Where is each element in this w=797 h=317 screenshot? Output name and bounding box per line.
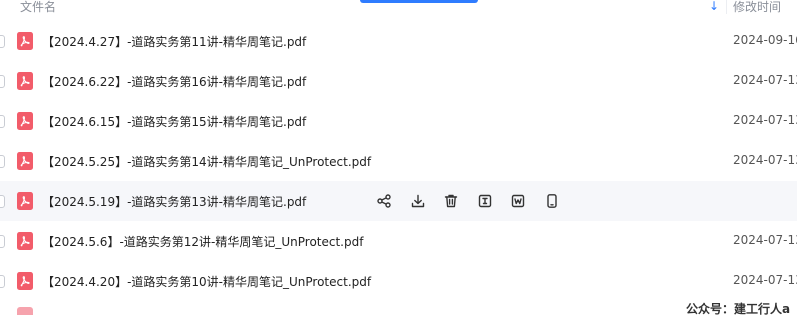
pdf-file-icon-partial bbox=[17, 307, 33, 315]
pdf-file-icon bbox=[17, 112, 33, 130]
pdf-file-icon bbox=[17, 232, 33, 250]
text-extract-icon[interactable] bbox=[475, 191, 495, 211]
file-modified-date: 2024-07-13 bbox=[733, 233, 797, 247]
column-header-name[interactable]: 文件名 bbox=[20, 0, 56, 15]
file-row[interactable]: 【2024.6.15】-道路实务第15讲-精华周笔记.pdf 2024-07-1… bbox=[0, 101, 797, 141]
file-modified-date: 2024-09-16 bbox=[733, 33, 797, 47]
row-checkbox[interactable] bbox=[0, 195, 5, 208]
file-row[interactable]: 【2024.5.6】-道路实务第12讲-精华周笔记_UnProtect.pdf … bbox=[0, 221, 797, 261]
file-name[interactable]: 【2024.6.15】-道路实务第15讲-精华周笔记.pdf bbox=[42, 113, 306, 130]
file-modified-date: 2024-07-13 bbox=[733, 273, 797, 287]
file-name[interactable]: 【2024.5.25】-道路实务第14讲-精华周笔记_UnProtect.pdf bbox=[42, 153, 371, 170]
arrow-down-icon[interactable]: ↓ bbox=[709, 0, 719, 13]
row-checkbox[interactable] bbox=[0, 115, 5, 128]
active-tab-indicator bbox=[360, 0, 478, 3]
file-row[interactable]: 【2024.6.22】-道路实务第16讲-精华周笔记.pdf 2024-07-1… bbox=[0, 61, 797, 101]
row-action-toolbar bbox=[374, 191, 575, 211]
pdf-file-icon bbox=[17, 192, 33, 210]
pdf-file-icon bbox=[17, 72, 33, 90]
mobile-icon[interactable] bbox=[542, 191, 562, 211]
file-modified-date: 2024-07-13 bbox=[733, 73, 797, 87]
row-checkbox[interactable] bbox=[0, 75, 5, 88]
file-name[interactable]: 【2024.5.6】-道路实务第12讲-精华周笔记_UnProtect.pdf bbox=[42, 233, 363, 250]
delete-icon[interactable] bbox=[441, 191, 461, 211]
row-checkbox[interactable] bbox=[0, 235, 5, 248]
file-modified-date: 2024-07-13 bbox=[733, 113, 797, 127]
file-name[interactable]: 【2024.6.22】-道路实务第16讲-精华周笔记.pdf bbox=[42, 73, 306, 90]
pdf-file-icon bbox=[17, 272, 33, 290]
file-row[interactable]: 【2024.5.25】-道路实务第14讲-精华周笔记_UnProtect.pdf… bbox=[0, 141, 797, 181]
column-header-modified-time[interactable]: 修改时间 bbox=[733, 0, 781, 15]
column-divider bbox=[726, 0, 727, 14]
watermark-text: 公众号：建工行人a bbox=[686, 302, 791, 316]
file-list-header: 文件名 ↓ 修改时间 bbox=[0, 0, 797, 20]
file-name[interactable]: 【2024.4.27】-道路实务第11讲-精华周笔记.pdf bbox=[42, 33, 306, 50]
row-checkbox[interactable] bbox=[0, 155, 5, 168]
word-convert-icon[interactable] bbox=[508, 191, 528, 211]
row-checkbox[interactable] bbox=[0, 35, 5, 48]
row-checkbox[interactable] bbox=[0, 275, 5, 288]
file-row-hovered[interactable]: 【2024.5.19】-道路实务第13讲-精华周笔记.pdf bbox=[0, 181, 797, 221]
pdf-file-icon bbox=[17, 32, 33, 50]
share-icon[interactable] bbox=[374, 191, 394, 211]
download-icon[interactable] bbox=[408, 191, 428, 211]
file-name[interactable]: 【2024.5.19】-道路实务第13讲-精华周笔记.pdf bbox=[42, 193, 306, 210]
file-row[interactable]: 【2024.4.20】-道路实务第10讲-精华周笔记_UnProtect.pdf… bbox=[0, 261, 797, 301]
file-list: 【2024.4.27】-道路实务第11讲-精华周笔记.pdf 2024-09-1… bbox=[0, 21, 797, 301]
file-modified-date: 2024-07-13 bbox=[733, 153, 797, 167]
file-row[interactable]: 【2024.4.27】-道路实务第11讲-精华周笔记.pdf 2024-09-1… bbox=[0, 21, 797, 61]
pdf-file-icon bbox=[17, 152, 33, 170]
file-name[interactable]: 【2024.4.20】-道路实务第10讲-精华周笔记_UnProtect.pdf bbox=[42, 273, 371, 290]
